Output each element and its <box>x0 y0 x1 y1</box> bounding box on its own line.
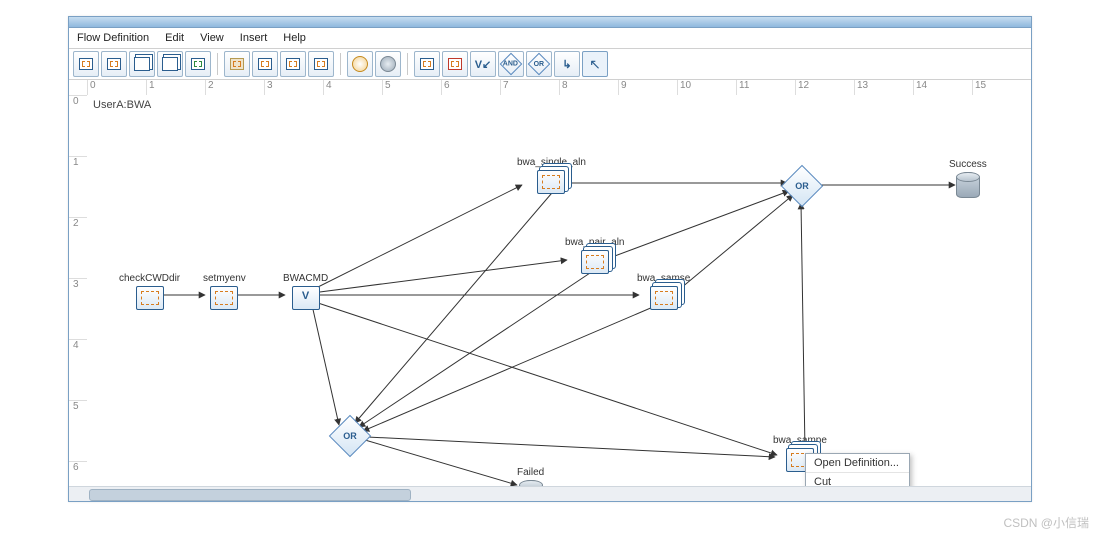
scrollbar-thumb[interactable] <box>89 489 411 501</box>
tool-jobarray-icon[interactable] <box>129 51 155 77</box>
tool-calendar2-icon[interactable] <box>280 51 306 77</box>
tool-link-icon[interactable]: ↳ <box>554 51 580 77</box>
context-menu: Open Definition... Cut Copy Delete <box>805 453 910 487</box>
jobarray-icon <box>581 250 609 274</box>
tool-branch-icon[interactable]: V↙ <box>470 51 496 77</box>
menu-help[interactable]: Help <box>283 32 306 44</box>
menu-view[interactable]: View <box>200 32 224 44</box>
terminal-icon <box>956 172 980 198</box>
node-label: bwa_pair_aln <box>565 237 625 248</box>
tool-subflow-icon[interactable] <box>185 51 211 77</box>
node-label: bwa_single_aln <box>517 157 586 168</box>
tool-resource-icon[interactable] <box>224 51 250 77</box>
menu-insert[interactable]: Insert <box>240 32 268 44</box>
menu-edit[interactable]: Edit <box>165 32 184 44</box>
watermark-text: CSDN @小信瑞 <box>1003 514 1089 531</box>
flow-canvas[interactable]: UserA:BWA <box>87 95 1031 487</box>
tool-jobarray2-icon[interactable] <box>157 51 183 77</box>
node-failed[interactable]: Failed <box>517 467 544 487</box>
jobarray-icon <box>537 170 565 194</box>
horizontal-scrollbar[interactable] <box>69 486 1031 501</box>
tool-pointer-icon[interactable]: ↖ <box>582 51 608 77</box>
tool-grid-icon[interactable] <box>73 51 99 77</box>
node-label: checkCWDdir <box>119 273 180 284</box>
tool-alarm-icon[interactable] <box>442 51 468 77</box>
jobarray-icon <box>650 286 678 310</box>
job-icon <box>210 286 238 310</box>
menu-flow-definition[interactable]: Flow Definition <box>77 32 149 44</box>
tool-event-icon[interactable] <box>414 51 440 77</box>
node-label: setmyenv <box>203 273 246 284</box>
tool-or-gate-icon[interactable]: OR <box>526 51 552 77</box>
node-setmyenv[interactable]: setmyenv <box>203 273 246 310</box>
node-label: Failed <box>517 467 544 478</box>
node-label: bwa_samse <box>637 273 690 284</box>
tool-job-icon[interactable] <box>101 51 127 77</box>
node-bwa-single-aln[interactable]: bwa_single_aln <box>517 157 586 194</box>
menubar: Flow Definition Edit View Insert Help <box>69 28 1031 49</box>
tool-globe-icon[interactable] <box>375 51 401 77</box>
ruler-vertical: 012 345 6 <box>69 95 88 487</box>
node-label: bwa_sampe <box>773 435 827 446</box>
or-label: OR <box>795 181 809 191</box>
tool-calendar1-icon[interactable] <box>252 51 278 77</box>
node-bwa-pair-aln[interactable]: bwa_pair_aln <box>565 237 625 274</box>
toolbar: V↙ AND OR ↳ ↖ <box>69 49 1031 80</box>
or-label: OR <box>343 431 357 441</box>
window-titlebar <box>69 17 1031 28</box>
tool-and-gate-icon[interactable]: AND <box>498 51 524 77</box>
ctx-cut[interactable]: Cut <box>806 473 909 487</box>
node-label: BWACMD <box>283 273 328 284</box>
flow-editor-window: Flow Definition Edit View Insert Help V↙ <box>68 16 1032 502</box>
tool-time-icon[interactable] <box>347 51 373 77</box>
job-icon <box>136 286 164 310</box>
ctx-open-definition[interactable]: Open Definition... <box>806 454 909 473</box>
tool-calendar3-icon[interactable] <box>308 51 334 77</box>
branch-icon <box>292 286 320 310</box>
node-checkcwddir[interactable]: checkCWDdir <box>119 273 180 310</box>
node-bwa-samse[interactable]: bwa_samse <box>637 273 690 310</box>
node-label: Success <box>949 159 987 170</box>
node-success[interactable]: Success <box>949 159 987 198</box>
node-bwacmd[interactable]: BWACMD <box>283 273 328 310</box>
